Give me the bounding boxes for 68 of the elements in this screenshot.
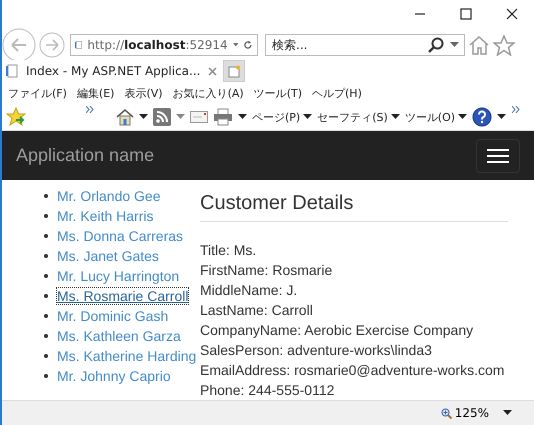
bullet-icon: [44, 214, 48, 218]
customer-link[interactable]: Mr. Keith Harris: [57, 208, 154, 224]
menu-toggle-button[interactable]: [476, 138, 520, 172]
customer-link[interactable]: Mr. Lucy Harrington: [57, 268, 180, 284]
bullet-icon: [44, 334, 48, 338]
dropdown-icon[interactable]: [139, 114, 148, 120]
brand-link[interactable]: Application name: [16, 145, 154, 166]
bullet-icon: [44, 354, 48, 358]
bullet-icon: [44, 234, 48, 238]
menu-icon: [487, 148, 509, 162]
chevron-icon[interactable]: [512, 106, 520, 113]
maximize-icon[interactable]: [460, 8, 472, 20]
rss-icon[interactable]: [153, 108, 171, 126]
bullet-icon: [44, 194, 48, 198]
new-tab-icon: [228, 64, 240, 78]
search-field[interactable]: 検索...: [265, 34, 465, 56]
detail-line: Phone: 244-555-0112: [200, 381, 336, 400]
bullet-icon: [44, 254, 48, 258]
detail-line: LastName: Carroll: [200, 301, 314, 320]
bullet-icon: [44, 274, 48, 278]
mail-icon[interactable]: [190, 111, 208, 123]
close-icon[interactable]: [506, 8, 518, 20]
star-icon[interactable]: [493, 34, 515, 56]
customer-link[interactable]: Mr. Orlando Gee: [57, 188, 160, 204]
detail-line: CompanyName: Aerobic Exercise Company: [200, 321, 474, 340]
customer-link[interactable]: Ms. Donna Carreras: [57, 228, 184, 244]
detail-line: FirstName: Rosmarie: [200, 261, 334, 280]
menu-item[interactable]: ファイル(F): [8, 86, 67, 100]
command-menu[interactable]: ページ(P): [252, 110, 312, 124]
customer-link[interactable]: Ms. Katherine Harding: [57, 348, 196, 364]
detail-line: MiddleName: J.: [200, 281, 298, 300]
favorites-star-icon[interactable]: [6, 107, 26, 127]
menu-item[interactable]: お気に入り(A): [172, 86, 244, 100]
dropdown-icon[interactable]: [497, 114, 506, 120]
zoom-level[interactable]: 125%: [440, 406, 489, 420]
caret-icon: [390, 114, 400, 120]
customer-link[interactable]: Ms. Rosmarie Carroll: [57, 288, 188, 304]
page-icon: [6, 64, 18, 78]
detail-line: EmailAddress: rosmarie0@adventure-works.com: [200, 361, 506, 380]
bullet-icon: [44, 294, 48, 298]
customer-link[interactable]: Ms. Kathleen Garza: [57, 328, 181, 344]
dropdown-icon[interactable]: [503, 410, 512, 416]
customer-link[interactable]: Mr. Dominic Gash: [57, 308, 168, 324]
menu-item[interactable]: 表示(V): [124, 86, 163, 100]
chevron-icon[interactable]: [86, 106, 94, 113]
new-tab-button[interactable]: [223, 60, 246, 82]
bullet-icon: [44, 374, 48, 378]
customer-link[interactable]: Mr. Johnny Caprio: [57, 368, 171, 384]
address-field[interactable]: http://localhost:52914: [70, 34, 258, 56]
caret-icon: [303, 114, 312, 120]
printer-icon[interactable]: [213, 108, 233, 126]
menu-item[interactable]: ツール(T): [254, 86, 302, 100]
home-icon[interactable]: [116, 108, 134, 126]
customer-link[interactable]: Ms. Janet Gates: [57, 248, 159, 264]
detail-line: SalesPerson: adventure-works\linda3: [200, 341, 433, 360]
search-icon[interactable]: [428, 37, 444, 53]
caret-icon: [458, 114, 468, 120]
menu-item[interactable]: 編集(E): [76, 86, 114, 100]
command-menu[interactable]: ツール(O): [404, 110, 468, 124]
dropdown-icon[interactable]: [238, 114, 247, 120]
bullet-icon: [44, 314, 48, 318]
help-icon[interactable]: [472, 107, 492, 127]
zoom-icon: [440, 408, 452, 418]
details-heading: Customer Details: [200, 191, 354, 216]
detail-line: Title: Ms.: [200, 241, 258, 260]
menu-item[interactable]: ヘルプ(H): [312, 86, 362, 100]
page-icon: [75, 38, 82, 52]
command-menu[interactable]: セーフティ(S): [317, 110, 400, 124]
